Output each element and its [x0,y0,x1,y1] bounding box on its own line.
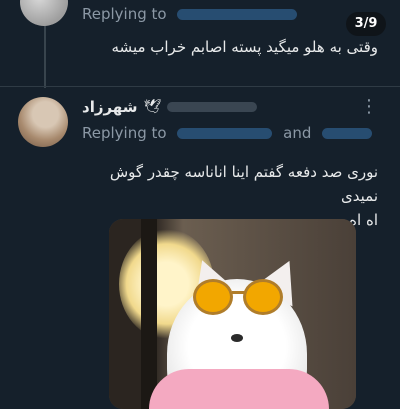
avatar[interactable] [20,0,68,26]
and-label: and [283,124,312,142]
author-row: شهرزاد 🕊 [82,98,258,116]
cat-nose [231,334,243,342]
sunglasses-lens [193,279,233,315]
dove-icon: 🕊 [143,99,162,115]
lamp-pole [141,219,157,409]
tweet-media-image[interactable] [109,219,356,409]
replying-to-line: Replying to [82,5,298,23]
author-name[interactable]: شهرزاد [82,98,137,116]
tweet-text-line: نوری صد دفعه گفتم اینا انانا‌سه چقدر گوش… [109,163,378,205]
redacted-handle[interactable] [177,128,273,139]
replying-to-label: Replying to [82,5,167,23]
redacted-handle[interactable] [177,9,298,20]
redacted-handle[interactable] [167,102,258,112]
sunglasses-bridge [232,291,245,294]
replying-to-line: Replying to and [82,124,373,142]
avatar[interactable] [18,97,68,147]
image-counter: 3/9 [346,12,386,36]
tweet-text: وقتی به هلو میگید پسته اصابم خراب میشه [111,38,378,56]
replying-to-label: Replying to [82,124,167,142]
sunglasses-lens [243,279,283,315]
more-options-icon[interactable]: ⋮ [360,98,378,116]
pink-shirt [149,369,329,409]
divider [0,86,400,87]
redacted-handle[interactable] [322,128,373,139]
